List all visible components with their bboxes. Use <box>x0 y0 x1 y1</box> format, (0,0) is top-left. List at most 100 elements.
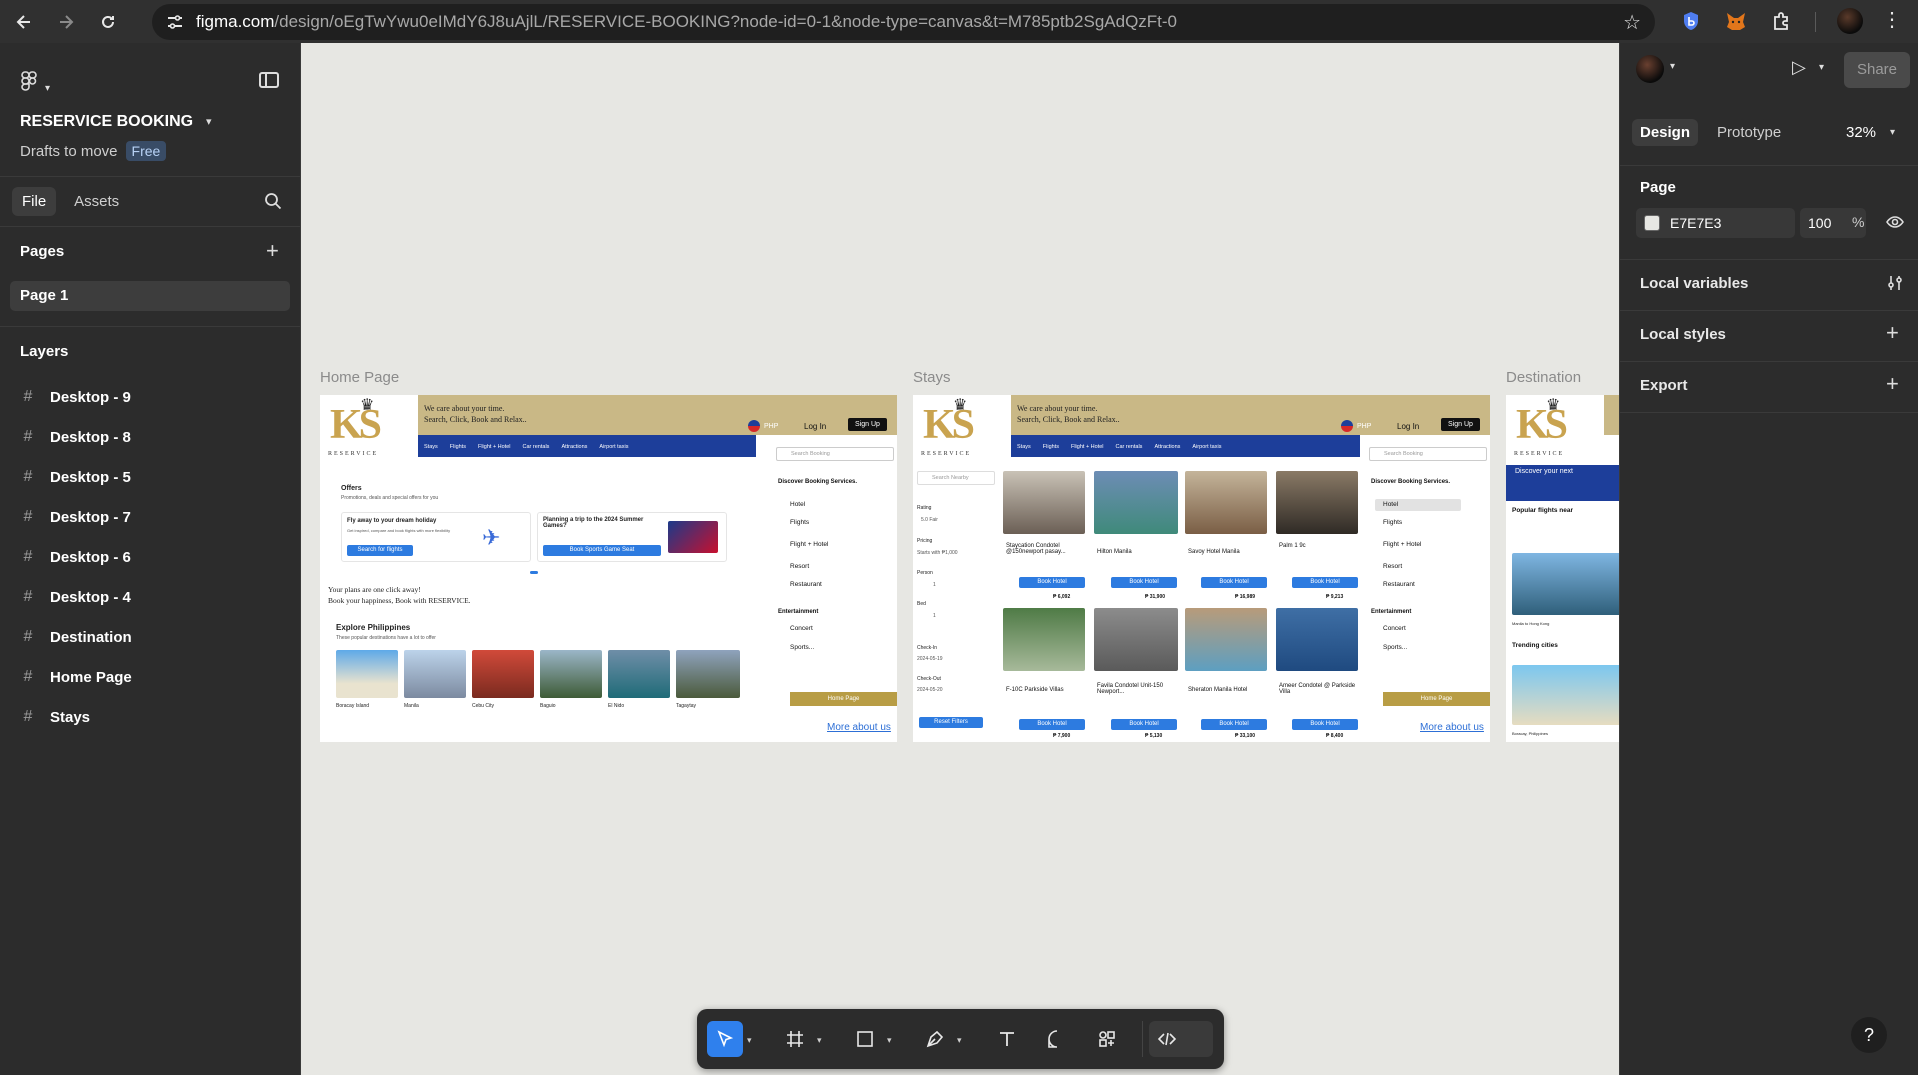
offer1-sub: Get inspired, compare and book flights w… <box>347 528 451 533</box>
reload-icon[interactable] <box>90 4 126 40</box>
text-tool-icon[interactable] <box>989 1021 1025 1057</box>
move-tool-icon[interactable] <box>707 1021 743 1057</box>
layer-item[interactable]: # Desktop - 7 <box>20 499 131 535</box>
nav-item: Flight + Hotel <box>1070 444 1104 450</box>
plan-badge[interactable]: Free <box>125 141 167 161</box>
offer-card-flights: Fly away to your dream holiday Get inspi… <box>341 512 531 562</box>
tab-file[interactable]: File <box>12 187 57 216</box>
layer-item[interactable]: # Desktop - 5 <box>20 459 131 495</box>
project-chevron-icon[interactable]: ▾ <box>206 115 212 128</box>
figma-menu-chevron-icon: ▾ <box>45 83 51 94</box>
frame-icon: # <box>23 468 33 485</box>
service-item: Restaurant <box>790 581 822 588</box>
extensions-puzzle-icon[interactable] <box>1768 8 1794 34</box>
search-placeholder: Search Booking <box>1384 451 1423 457</box>
frame-home-page[interactable]: ♛ KS RESERVICE We care about your time. … <box>320 395 897 742</box>
page-color-field[interactable]: E7E7E3 <box>1636 208 1795 238</box>
user-avatar[interactable] <box>1636 55 1664 83</box>
help-button[interactable]: ? <box>1851 1017 1887 1053</box>
variables-settings-icon[interactable] <box>1886 274 1904 292</box>
frame-label-destination[interactable]: Destination <box>1506 369 1581 386</box>
header-banner <box>1604 395 1619 435</box>
layer-item[interactable]: # Desktop - 8 <box>20 419 131 455</box>
address-bar[interactable]: figma.com/design/oEgTwYwu0eIMdY6J8uAjlL/… <box>152 4 1655 40</box>
layer-item[interactable]: # Stays <box>20 699 90 735</box>
zoom-level[interactable]: 32% <box>1846 124 1876 141</box>
present-play-icon[interactable]: ▷ <box>1792 57 1806 78</box>
entertainment-item: Sports... <box>790 644 815 651</box>
page-item-page-1[interactable]: Page 1 <box>10 281 290 311</box>
reset-filters-button: Reset Filters <box>919 717 983 728</box>
color-swatch[interactable] <box>1644 215 1660 231</box>
extension-shield-icon[interactable] <box>1678 8 1704 34</box>
move-tool-chevron-icon[interactable]: ▾ <box>747 1035 752 1046</box>
pricing-label: Pricing <box>917 538 933 544</box>
browser-menu-icon[interactable]: ⋮ <box>1880 7 1904 32</box>
destination-caption: Boracay, Philippines <box>1512 731 1548 736</box>
layer-item[interactable]: # Desktop - 4 <box>20 579 131 615</box>
search-placeholder: Search Booking <box>791 451 830 457</box>
add-export-plus-icon[interactable]: + <box>1886 371 1899 397</box>
layer-item[interactable]: # Home Page <box>20 659 132 695</box>
layer-item[interactable]: # Desktop - 9 <box>20 379 131 415</box>
entertainment-item: Sports... <box>1383 644 1408 651</box>
shape-tool-chevron-icon[interactable]: ▾ <box>887 1035 892 1046</box>
project-title[interactable]: RESERVICE BOOKING <box>20 113 193 131</box>
tab-assets[interactable]: Assets <box>64 187 129 216</box>
offer1-title: Fly away to your dream holiday <box>347 518 437 524</box>
avatar-chevron-icon[interactable]: ▾ <box>1670 61 1675 72</box>
visibility-eye-icon[interactable] <box>1886 213 1904 231</box>
local-variables-title[interactable]: Local variables <box>1640 275 1748 292</box>
local-styles-title[interactable]: Local styles <box>1640 326 1726 343</box>
pen-tool-chevron-icon[interactable]: ▾ <box>957 1035 962 1046</box>
browser-profile-avatar[interactable] <box>1837 8 1863 34</box>
export-title[interactable]: Export <box>1640 377 1688 394</box>
comment-tool-icon[interactable] <box>1039 1021 1075 1057</box>
toggle-sidebar-icon[interactable] <box>259 72 279 88</box>
figma-menu-icon[interactable]: ▾ <box>20 71 50 96</box>
hotel-name: Favila Condotel Unit-150 Newport... <box>1097 683 1164 695</box>
opacity-value[interactable]: 100 <box>1808 215 1831 231</box>
add-style-plus-icon[interactable]: + <box>1886 320 1899 346</box>
frame-tool-icon[interactable] <box>777 1021 813 1057</box>
book-hotel-button: Book Hotel <box>1292 719 1358 730</box>
page-color-value[interactable]: E7E7E3 <box>1670 215 1721 231</box>
pen-tool-icon[interactable] <box>917 1021 953 1057</box>
discover-next-text: Discover your next <box>1515 468 1573 475</box>
pricing-value: Starts with ₱1,000 <box>917 550 958 556</box>
hotel-image <box>1185 471 1267 534</box>
place-label: Manila <box>404 703 419 709</box>
tab-design[interactable]: Design <box>1632 119 1699 146</box>
frame-label-home[interactable]: Home Page <box>320 369 399 386</box>
site-settings-icon[interactable] <box>166 13 184 31</box>
frame-stays[interactable]: ♛ KS RESERVICE We care about your time. … <box>913 395 1490 742</box>
route-caption: Manila to Hong Kong <box>1512 621 1550 626</box>
tab-prototype[interactable]: Prototype <box>1709 119 1789 146</box>
add-page-plus-icon[interactable]: + <box>266 238 279 264</box>
checkout-value: 2024-05-20 <box>917 687 943 693</box>
tagline-line-2: Search, Click, Book and Relax.. <box>424 415 527 424</box>
hotel-image <box>1185 608 1267 671</box>
rectangle-tool-icon[interactable] <box>847 1021 883 1057</box>
actions-tool-icon[interactable] <box>1089 1021 1125 1057</box>
forward-icon[interactable] <box>48 4 84 40</box>
share-button[interactable]: Share <box>1844 52 1910 88</box>
layer-item[interactable]: # Destination <box>20 619 132 655</box>
frame-label-stays[interactable]: Stays <box>913 369 951 386</box>
design-canvas[interactable]: Home Page ♛ KS RESERVICE We care about y… <box>301 43 1619 1075</box>
frame-tool-chevron-icon[interactable]: ▾ <box>817 1035 822 1046</box>
bookmark-star-icon[interactable]: ☆ <box>1623 10 1641 35</box>
zoom-chevron-icon[interactable]: ▾ <box>1890 127 1895 138</box>
present-chevron-icon[interactable]: ▾ <box>1819 62 1824 73</box>
nav-item: Airport taxis <box>599 444 629 450</box>
extension-fox-icon[interactable] <box>1723 8 1749 34</box>
layer-item[interactable]: # Desktop - 6 <box>20 539 131 575</box>
book-hotel-button: Book Hotel <box>1019 719 1085 730</box>
search-icon[interactable] <box>264 192 282 210</box>
dev-mode-toggle[interactable] <box>1149 1021 1213 1057</box>
service-item: Resort <box>790 563 810 570</box>
back-icon[interactable] <box>6 4 42 40</box>
login-link: Log In <box>804 422 827 431</box>
frame-destination[interactable]: ♛ KS RESERVICE Discover your next Popula… <box>1506 395 1619 742</box>
drafts-label[interactable]: Drafts to move <box>20 143 118 160</box>
